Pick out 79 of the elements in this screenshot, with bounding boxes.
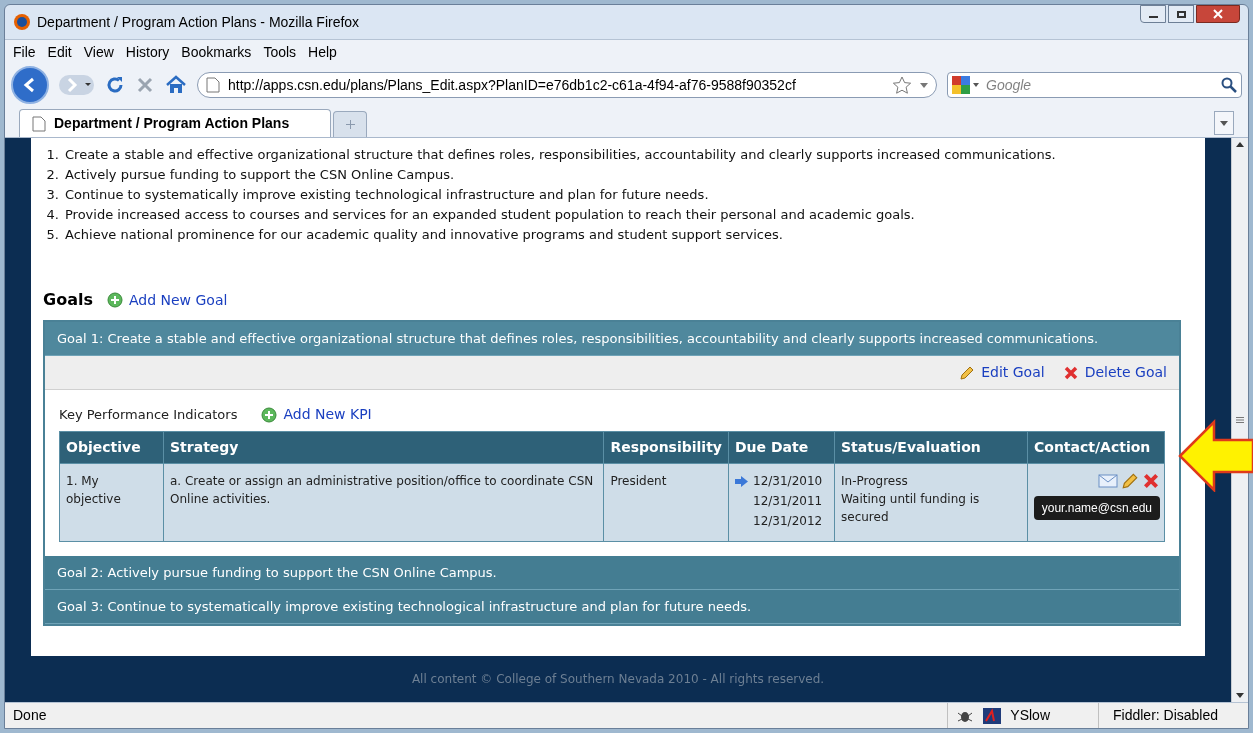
home-icon[interactable] [165,75,187,95]
tab-list-button[interactable] [1214,111,1234,135]
status-text: Done [12,706,48,725]
column-header: Strategy [163,431,604,464]
delete-x-icon [1062,364,1079,381]
add-icon [106,292,123,308]
search-icon[interactable] [1221,77,1237,93]
delete-x-icon[interactable] [1142,472,1160,490]
priority-item: Achieve national prominence for our academic quality and innovative programs and student support services. [65,226,783,244]
column-header: Status/Evaluation [834,431,1028,464]
back-button[interactable] [11,66,49,104]
footer-text: All content © College of Southern Nevada 2010 - All rights reserved. [411,671,825,688]
add-icon [261,406,278,423]
priority-item: Create a stable and effective organizational structure that defines roles, responsibilities, accountability and clearly supports increased communications. [65,146,1056,164]
page-icon [206,77,220,93]
list-number: 1. [45,146,59,164]
table-cell-text: President [610,473,668,490]
star-icon[interactable] [892,76,912,94]
pencil-icon [959,364,976,381]
browser-logo-icon [13,13,31,31]
column-header: Objective [59,431,164,464]
status-text: In-Progress [841,473,909,490]
table-cell-text: 1. My objective [66,473,122,508]
table-cell-text: a. Create or assign an administrative position/office to coordinate CSN Online activities. [170,473,595,508]
yslow-label[interactable]: YSlow [1010,705,1050,726]
menu-item[interactable]: History [125,41,170,63]
grip-icon [1236,417,1244,423]
priority-item: Provide increased access to courses and services for an expanded student population to reach their personal and academic goals. [65,206,915,224]
goal-header[interactable]: Goal 2: Actively pursue funding to support the CSN Online Campus. [45,556,1179,590]
address-bar[interactable]: http://apps.csn.edu/plans/Plans_Edit.aspx?PlanID=e76db1c2-c61a-4f94-af76-9588f90352cf [197,72,937,98]
add-kpi-link[interactable]: Add New KPI [261,404,372,425]
fiddler-status[interactable]: Fiddler: Disabled [1098,703,1248,728]
minimize-button[interactable] [1140,5,1166,23]
due-date: 12/31/2011 [753,493,823,510]
maximize-button[interactable] [1168,5,1194,23]
email-tooltip: your.name@csn.edu [1033,496,1160,520]
browser-tab[interactable]: Department / Program Action Plans [19,109,331,137]
caret-icon[interactable] [920,82,928,88]
priority-item: Continue to systematically improve existing technological infrastructure and plan for future needs. [65,186,709,204]
search-engine-icon[interactable] [952,76,980,94]
menu-item[interactable]: Edit [47,41,72,63]
goal-header[interactable]: Goal 1: Create a stable and effective organizational structure that defines roles, responsibilities, accountability and clearly supports increased communications. [45,322,1179,356]
search-bar[interactable]: Google [947,72,1242,98]
caret-icon [1236,142,1244,147]
list-number: 5. [45,226,59,244]
edit-goal-link[interactable]: Edit Goal [959,362,1045,383]
caret-icon [1220,120,1228,126]
gauge-icon[interactable] [982,706,1003,725]
list-number: 4. [45,206,59,224]
list-number: 3. [45,186,59,204]
menu-item[interactable]: File [13,41,36,63]
reload-icon[interactable] [105,75,125,95]
delete-goal-link[interactable]: Delete Goal [1062,362,1167,383]
list-number: 2. [45,166,59,184]
priority-item: Actively pursue funding to support the CSN Online Campus. [65,166,455,184]
page-icon [32,115,46,132]
arrow-icon [735,475,748,487]
caret-icon [1236,693,1244,698]
evaluation-text: Waiting until funding is secured [841,491,981,526]
scrollbar[interactable] [1231,138,1248,702]
add-goal-link[interactable]: Add New Goal [106,289,228,311]
due-date: 12/31/2010 [753,473,823,490]
goal-header[interactable]: Goal 3: Continue to systematically improve existing technological infrastructure and plan for future needs. [45,590,1179,624]
column-header: Contact/Action [1027,431,1165,464]
menu-item[interactable]: Bookmarks [181,41,252,63]
column-header: Responsibility [603,431,729,464]
due-date: 12/31/2012 [753,513,823,530]
menu-item[interactable]: View [83,41,114,63]
close-button[interactable] [1196,5,1240,23]
plus-icon [345,120,355,129]
close-icon [1213,9,1223,19]
pencil-icon[interactable] [1121,472,1139,490]
column-header: Due Date [728,431,835,464]
menu-item[interactable]: Help [308,41,337,63]
window-title: Department / Program Action Plans - Mozilla Firefox [37,12,361,32]
menu-item[interactable]: Tools [263,41,297,63]
search-field[interactable]: Google [986,74,1215,96]
goals-heading: Goals [43,289,93,311]
kpi-label: Key Performance Indicators [59,405,238,424]
